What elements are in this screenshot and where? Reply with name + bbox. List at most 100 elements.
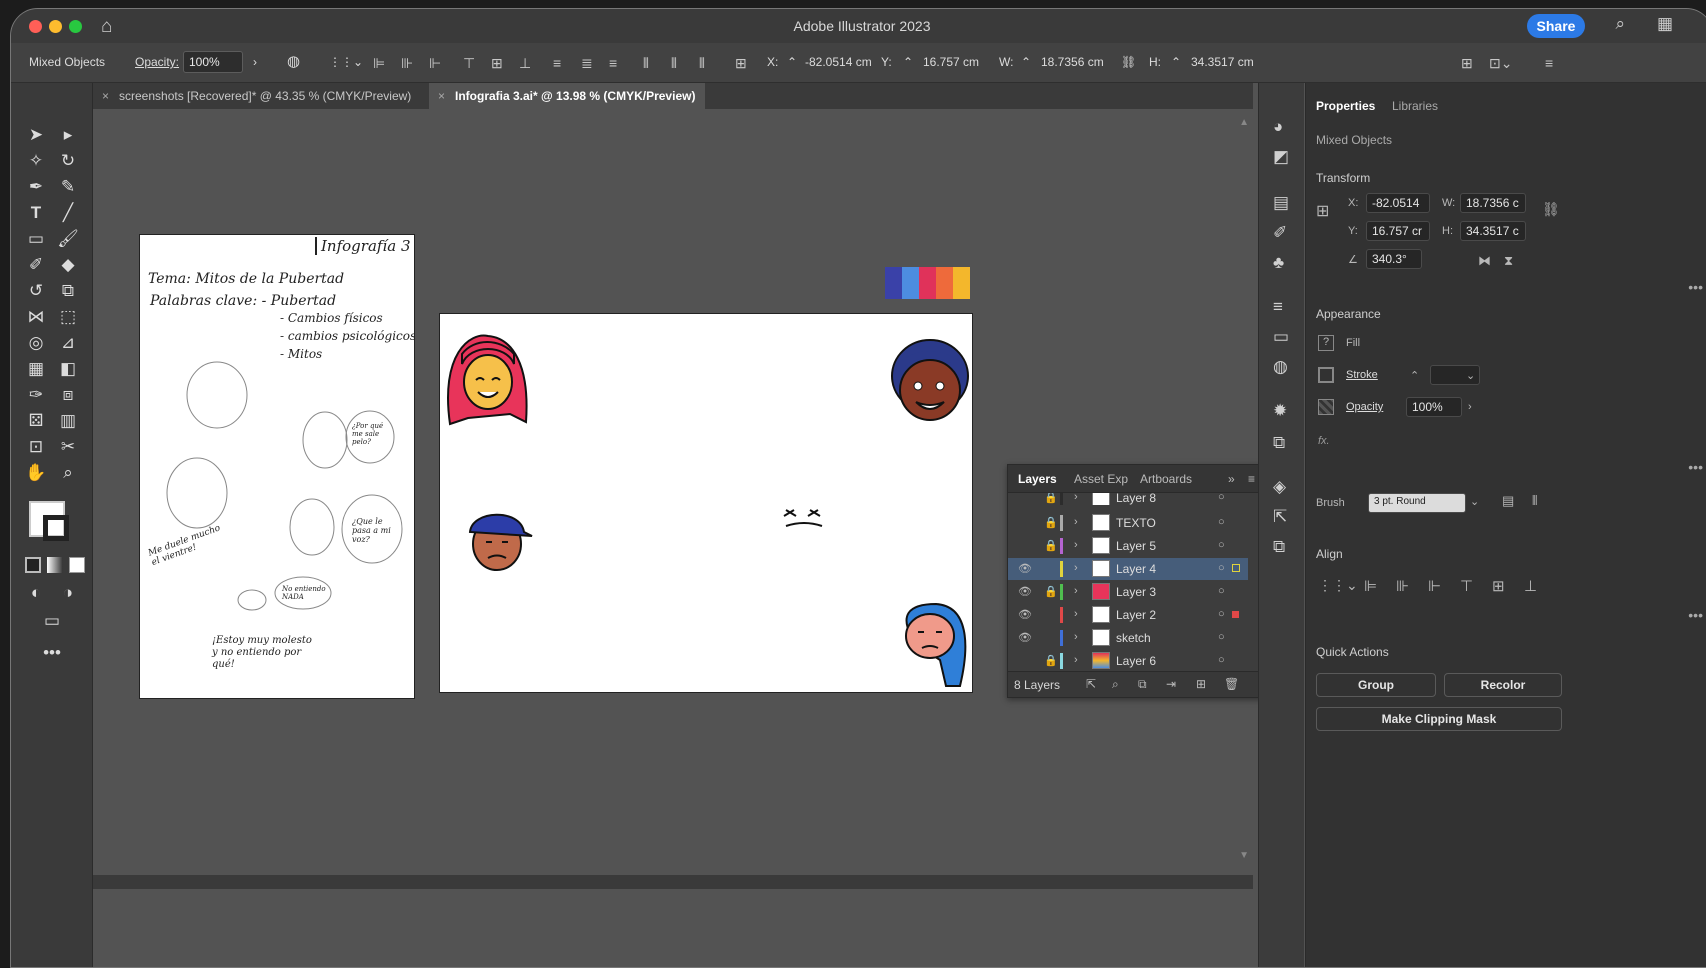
target-icon[interactable]: ○ [1218, 516, 1225, 528]
color-swatch[interactable] [953, 267, 970, 299]
align-center-icon[interactable]: ⊪ [401, 55, 413, 72]
lasso-tool-icon[interactable]: ↻ [55, 151, 81, 171]
layer-row[interactable]: 🔒 › Layer 8 ○ [1008, 493, 1248, 505]
distribute-center-icon[interactable]: ⫴ [671, 55, 677, 72]
slice-tool-icon[interactable]: ✂ [55, 437, 81, 457]
align-to-icon[interactable]: ⋮⋮⌄ [329, 55, 363, 69]
fill-swatch-icon[interactable]: ? [1318, 335, 1334, 351]
brush-library-icon[interactable]: ▤ [1502, 493, 1514, 509]
align-top-icon[interactable]: ⊤ [1460, 577, 1473, 595]
rotation-input[interactable]: 340.3° [1366, 249, 1422, 269]
eye-icon[interactable]: 👁 [1018, 585, 1032, 598]
search-icon[interactable]: ⌕ [1615, 14, 1625, 34]
recolor-button[interactable]: Recolor [1444, 673, 1562, 697]
zoom-tool-icon[interactable]: ⌕ [55, 463, 81, 483]
target-icon[interactable]: ○ [1218, 608, 1225, 620]
panel-menu-icon[interactable]: ≡ [1545, 55, 1553, 71]
tab-layers[interactable]: Layers [1018, 472, 1057, 486]
flip-vertical-icon[interactable]: ⧗ [1504, 253, 1513, 269]
gradient-tool-icon[interactable]: ◧ [55, 359, 81, 379]
constrain-proportions-icon[interactable]: ⛓ [1121, 55, 1136, 69]
eye-icon[interactable]: 👁 [1018, 562, 1032, 575]
tab-libraries[interactable]: Libraries [1392, 99, 1438, 113]
search-icon[interactable]: ⌕ [1112, 677, 1119, 692]
constrain-icon[interactable]: ⛓ [1542, 201, 1560, 218]
brush-select[interactable]: 3 pt. Round [1368, 493, 1466, 513]
opacity-label[interactable]: Opacity: [135, 55, 179, 69]
shaper-tool-icon[interactable]: ✐ [23, 255, 49, 275]
gradient-panel-icon[interactable]: ▭ [1273, 327, 1289, 347]
brushes-icon[interactable]: ✐ [1273, 223, 1287, 243]
chevron-right-icon[interactable]: › [1074, 539, 1078, 551]
color-swatch[interactable] [919, 267, 936, 299]
flip-horizontal-icon[interactable]: ⧓ [1478, 253, 1491, 269]
tab-infografia[interactable]: × Infografia 3.ai* @ 13.98 % (CMYK/Previe… [429, 83, 706, 109]
direct-selection-tool-icon[interactable]: ▸ [55, 125, 81, 145]
mesh-tool-icon[interactable]: ▦ [23, 359, 49, 379]
opacity-input[interactable]: 100% [1406, 397, 1462, 417]
lock-icon[interactable]: 🔒 [1044, 585, 1058, 598]
chevron-right-icon[interactable]: › [253, 55, 257, 69]
chevron-right-icon[interactable]: › [1074, 562, 1078, 574]
eye-icon[interactable]: 👁 [1018, 608, 1032, 621]
paintbrush-tool-icon[interactable]: 🖌 [55, 229, 81, 249]
brush-options-icon[interactable]: ⫴ [1532, 493, 1537, 509]
x-input[interactable]: -82.0514 cm [805, 55, 872, 69]
new-layer-icon[interactable]: ⊞ [1196, 677, 1206, 691]
gradient-mode-icon[interactable] [47, 557, 63, 573]
layer-name[interactable]: Layer 5 [1116, 539, 1156, 553]
sublayer-icon[interactable]: ⇥ [1166, 677, 1176, 691]
selection-tool-icon[interactable]: ➤ [23, 125, 49, 145]
color-guide-icon[interactable]: ◕ [1273, 117, 1283, 137]
target-icon[interactable]: ○ [1218, 562, 1225, 574]
libraries-icon[interactable]: ▤ [1273, 193, 1289, 213]
align-center-icon[interactable]: ⊪ [1396, 577, 1409, 595]
reference-point-icon[interactable]: ⊞ [735, 55, 747, 72]
stroke-swatch-icon[interactable] [43, 515, 69, 541]
more-options-icon[interactable]: ••• [1688, 607, 1703, 623]
none-mode-icon[interactable] [69, 557, 85, 573]
h-input[interactable]: 34.3517 c [1460, 221, 1526, 241]
artboards-icon[interactable]: ⧉ [1273, 537, 1285, 557]
stroke-label[interactable]: Stroke [1346, 369, 1378, 381]
scroll-down-icon[interactable]: ▼ [1239, 850, 1249, 861]
type-tool-icon[interactable]: T [23, 203, 49, 223]
scale-tool-icon[interactable]: ⧉ [55, 281, 81, 301]
target-icon[interactable]: ○ [1218, 539, 1225, 551]
distribute-left-icon[interactable]: ⫴ [643, 55, 649, 72]
curvature-tool-icon[interactable]: ✎ [55, 177, 81, 197]
opacity-input[interactable]: 100% [183, 51, 243, 73]
chevron-right-icon[interactable]: › [1074, 608, 1078, 620]
y-input[interactable]: 16.757 cm [923, 55, 979, 69]
chevron-down-icon[interactable]: ⌄ [1470, 495, 1479, 508]
width-tool-icon[interactable]: ⋈ [23, 307, 49, 327]
layers-icon[interactable]: ◈ [1273, 477, 1286, 497]
layer-row[interactable]: 🔒 › Layer 5 ○ [1008, 535, 1248, 557]
panel-menu-icon[interactable]: ≡ [1248, 472, 1255, 486]
chevron-down-icon[interactable]: ⌄ [1466, 369, 1475, 382]
group-button[interactable]: Group [1316, 673, 1436, 697]
x-stepper-icon[interactable]: ⌃ [787, 55, 797, 69]
lock-icon[interactable]: 🔒 [1044, 654, 1058, 667]
chevron-right-icon[interactable]: › [1074, 631, 1078, 643]
opacity-label[interactable]: Opacity [1346, 401, 1383, 413]
layer-name[interactable]: TEXTO [1116, 516, 1156, 530]
lock-icon[interactable]: 🔒 [1044, 493, 1058, 504]
tab-asset-export[interactable]: Asset Exp [1074, 472, 1128, 486]
screen-mode-icon[interactable]: ◑ [55, 583, 81, 603]
align-left-icon[interactable]: ⊫ [1364, 577, 1377, 595]
workspace-switcher-icon[interactable]: ▦ [1657, 14, 1673, 34]
stroke-panel-icon[interactable]: ≡ [1273, 297, 1283, 317]
align-top-icon[interactable]: ⊤ [463, 55, 475, 72]
layer-name[interactable]: Layer 8 [1116, 493, 1156, 505]
h-input[interactable]: 34.3517 cm [1191, 55, 1254, 69]
more-options-icon[interactable]: ••• [1688, 279, 1703, 295]
w-input[interactable]: 18.7356 cm [1041, 55, 1104, 69]
layer-name[interactable]: Layer 4 [1116, 562, 1156, 576]
distribute-top-icon[interactable]: ≡ [553, 55, 561, 71]
align-bottom-icon[interactable]: ⊥ [1524, 577, 1537, 595]
layer-row[interactable]: 👁 › sketch ○ [1008, 627, 1248, 649]
layer-row-selected[interactable]: 👁 › Layer 4 ○ [1008, 558, 1248, 580]
column-graph-tool-icon[interactable]: ▥ [55, 411, 81, 431]
image-trace-icon[interactable]: ◩ [1273, 147, 1289, 167]
